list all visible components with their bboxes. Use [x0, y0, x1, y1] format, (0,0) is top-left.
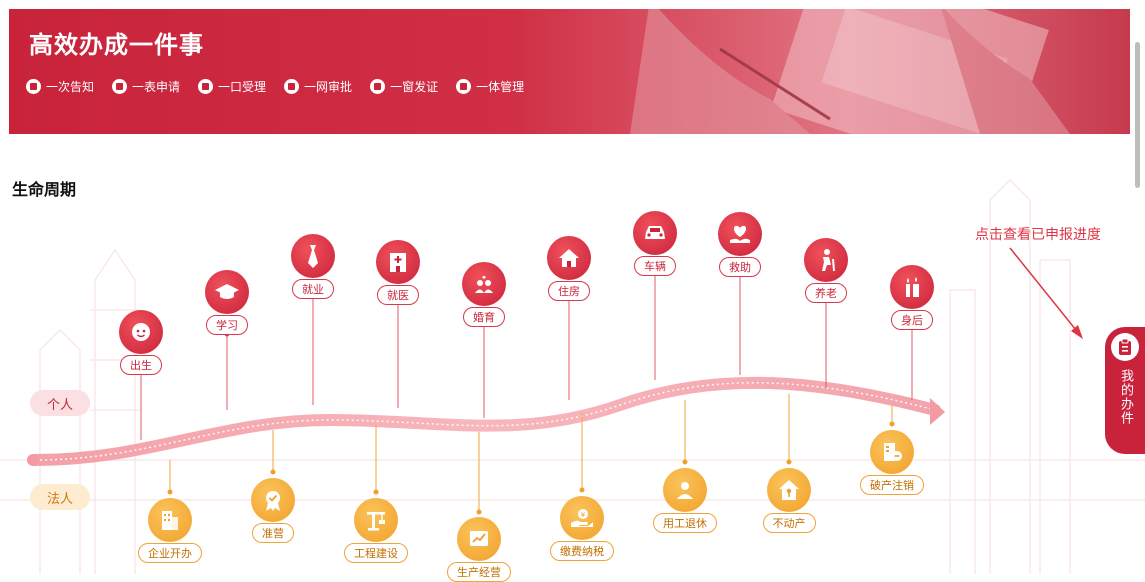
lifecycle-node-housing[interactable]: 住房 [539, 236, 599, 301]
node-label: 破产注销 [860, 475, 924, 495]
node-label: 就医 [377, 285, 419, 305]
heart-hand-icon [718, 212, 762, 256]
node-label: 工程建设 [344, 543, 408, 563]
family-icon [462, 262, 506, 306]
lifecycle-node-assistance[interactable]: 救助 [710, 212, 770, 277]
node-label: 身后 [891, 310, 933, 330]
lifecycle-node-business-startup[interactable]: 企业开办 [138, 498, 202, 563]
node-label: 准营 [252, 523, 294, 543]
lifecycle-node-study[interactable]: 学习 [197, 270, 257, 335]
lifecycle-node-production-operation[interactable]: 生产经营 [447, 517, 511, 582]
svg-text:¥: ¥ [581, 511, 586, 519]
node-label: 住房 [548, 281, 590, 301]
candle-icon [890, 265, 934, 309]
node-label: 用工退休 [653, 513, 717, 533]
lifecycle-node-birth[interactable]: 出生 [111, 310, 171, 375]
clipboard-icon [1111, 333, 1139, 361]
lifecycle-node-vehicle[interactable]: 车辆 [625, 211, 685, 276]
graduation-cap-icon [205, 270, 249, 314]
chart-icon [457, 517, 501, 561]
legal-entity-label: 法人 [30, 484, 90, 510]
hospital-icon [376, 240, 420, 284]
lifecycle-node-medical[interactable]: 就医 [368, 240, 428, 305]
lifecycle-node-real-estate[interactable]: 不动产 [757, 468, 821, 533]
node-label: 车辆 [634, 256, 676, 276]
node-label: 就业 [292, 279, 334, 299]
node-label: 出生 [120, 355, 162, 375]
node-label: 救助 [719, 257, 761, 277]
lifecycle-node-operating-permit[interactable]: 准营 [241, 478, 305, 543]
badge-icon [251, 478, 295, 522]
lifecycle-node-bankruptcy-deregistration[interactable]: 破产注销 [860, 430, 924, 495]
crane-icon [354, 498, 398, 542]
tax-hand-icon: ¥ [560, 496, 604, 540]
lifecycle-node-elderly-care[interactable]: 养老 [796, 238, 856, 303]
property-icon [767, 468, 811, 512]
node-label: 学习 [206, 315, 248, 335]
node-label: 婚育 [463, 307, 505, 327]
lifecycle-node-employment-retirement[interactable]: 用工退休 [653, 468, 717, 533]
lifecycle-node-construction[interactable]: 工程建设 [344, 498, 408, 563]
node-label: 缴费纳税 [550, 541, 614, 561]
node-label: 不动产 [762, 513, 816, 533]
elderly-icon [804, 238, 848, 282]
document-cancel-icon [870, 430, 914, 474]
lifecycle-node-after-death[interactable]: 身后 [882, 265, 942, 330]
house-icon [547, 236, 591, 280]
progress-hint[interactable]: 点击查看已申报进度 [975, 224, 1101, 244]
tie-icon [291, 234, 335, 278]
my-applications-label: 我的办件 [1118, 369, 1133, 425]
worker-icon [663, 468, 707, 512]
car-icon [633, 211, 677, 255]
node-label: 养老 [805, 283, 847, 303]
baby-icon [119, 310, 163, 354]
lifecycle-node-marriage-childbirth[interactable]: 婚育 [454, 262, 514, 327]
node-label: 生产经营 [447, 562, 511, 582]
lifecycle-node-fees-taxes[interactable]: ¥ 缴费纳税 [550, 496, 614, 561]
building-icon [148, 498, 192, 542]
person-label: 个人 [30, 390, 90, 416]
node-label: 企业开办 [138, 543, 202, 563]
vertical-scrollbar[interactable] [1135, 42, 1140, 188]
my-applications-button[interactable]: 我的办件 [1105, 327, 1145, 454]
lifecycle-node-employment[interactable]: 就业 [283, 234, 343, 299]
